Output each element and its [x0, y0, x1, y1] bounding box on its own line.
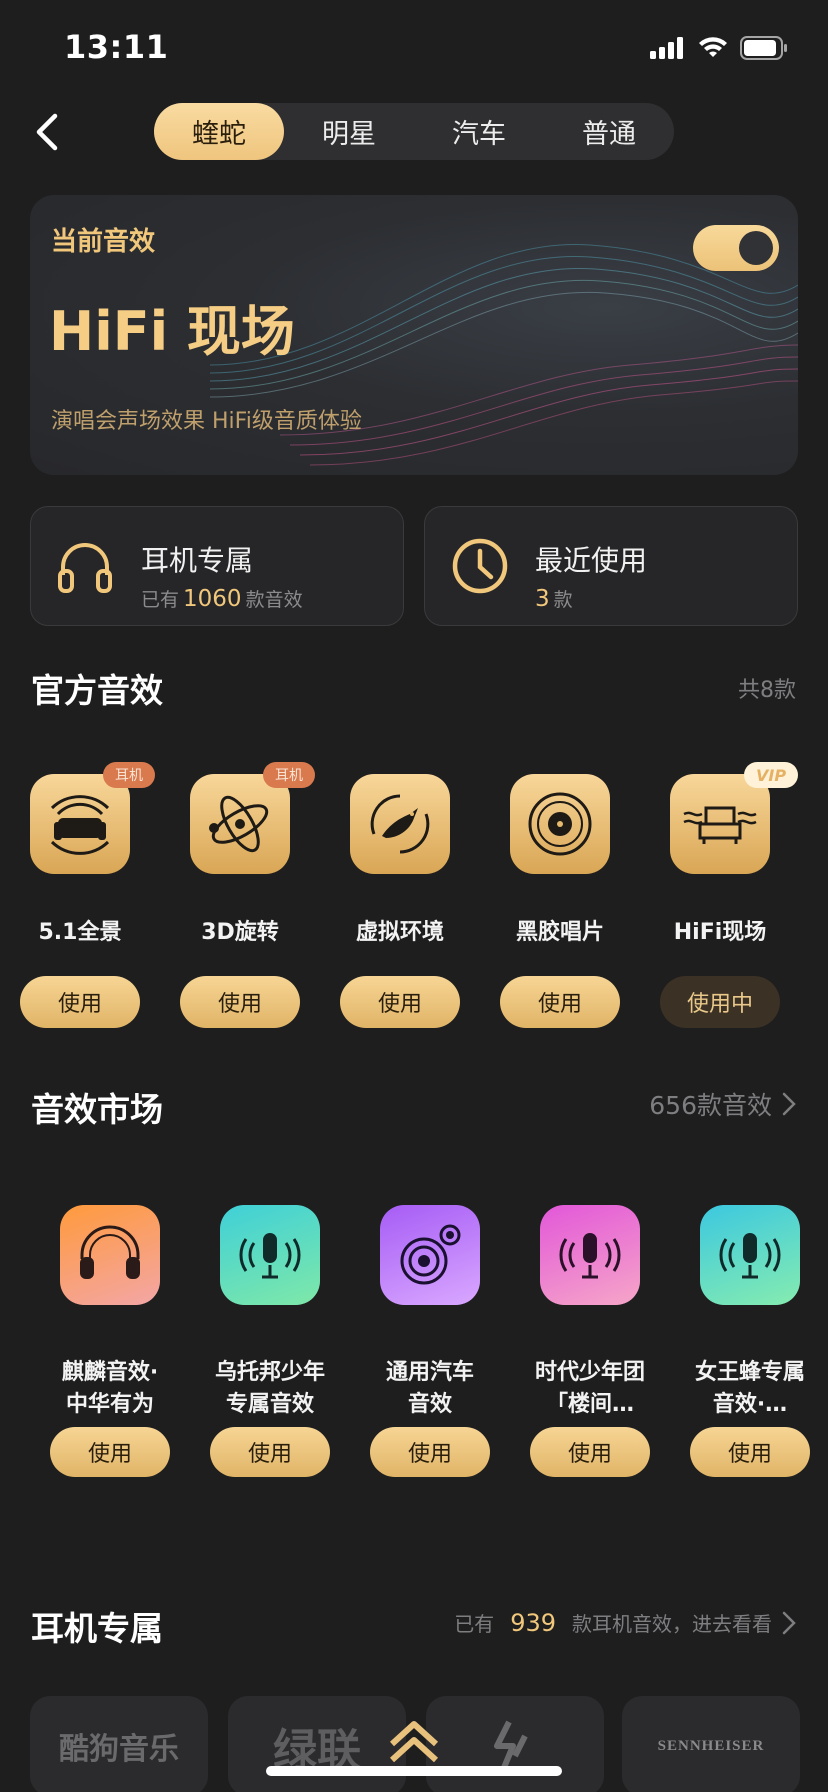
category-tabs: 蝰蛇 明星 汽车 普通: [154, 103, 674, 160]
status-bar: 13:11: [0, 0, 828, 100]
market-item-name: 通用汽车 音效: [385, 1360, 474, 1417]
current-effect-card[interactable]: 当前音效 HiFi 现场 演唱会声场效果 HiFi级音质体验: [30, 195, 798, 475]
double-chevron-up-icon: [389, 1721, 439, 1763]
battery-icon: [740, 36, 787, 60]
official-section-title: 官方音效: [31, 671, 163, 710]
brand-logo-3[interactable]: [426, 1696, 604, 1792]
brand-ugreen[interactable]: 绿联: [228, 1696, 406, 1792]
recent-count: 3: [535, 586, 550, 612]
market-section-title: 音效市场: [31, 1090, 163, 1129]
bird-icon: [350, 774, 450, 874]
brand-kugou-label: 酷狗音乐: [59, 1732, 179, 1767]
vip-badge: VIP: [744, 762, 799, 788]
toggle-knob: [739, 231, 773, 265]
use-button[interactable]: 使用: [500, 976, 620, 1028]
market-item[interactable]: 女王蜂专属 音效·… 使用: [670, 1205, 828, 1495]
official-item-hifi[interactable]: VIP HiFi现场 使用中: [640, 762, 800, 1034]
market-item[interactable]: 通用汽车 音效 使用: [350, 1205, 510, 1495]
market-item-name: 麒麟音效· 中华有为: [61, 1360, 159, 1417]
current-effect-title: HiFi 现场: [49, 300, 295, 363]
market-item[interactable]: 麒麟音效· 中华有为 使用: [30, 1205, 190, 1495]
tab-star[interactable]: 明星: [284, 103, 414, 160]
sofa-icon: [30, 774, 130, 874]
scroll-to-top-button[interactable]: [386, 1714, 442, 1770]
tab-normal[interactable]: 普通: [544, 103, 674, 160]
chevron-right-icon: [782, 1611, 796, 1634]
microphone-icon: [540, 1205, 640, 1305]
use-button[interactable]: 使用: [210, 1427, 330, 1477]
official-item-virtual[interactable]: 虚拟环境 使用: [320, 774, 480, 1034]
use-button[interactable]: 使用: [180, 976, 300, 1028]
use-button[interactable]: 使用: [370, 1427, 490, 1477]
market-item-name: 女王蜂专属 音效·…: [694, 1360, 805, 1417]
current-effect-description: 演唱会声场效果 HiFi级音质体验: [51, 409, 362, 434]
official-total[interactable]: 共8款: [738, 672, 796, 704]
headphone-section-title: 耳机专属: [31, 1609, 163, 1648]
signal-icon: [650, 37, 683, 59]
market-item-name: 时代少年团 「楼间…: [534, 1360, 645, 1417]
headphone-card-subtitle: 已有 1060 款音效: [141, 586, 303, 612]
in-use-button[interactable]: 使用中: [660, 976, 780, 1028]
headphone-section-count: 939: [510, 1608, 556, 1637]
headphones-icon: [58, 543, 112, 593]
use-button[interactable]: 使用: [20, 976, 140, 1028]
brand-kugou[interactable]: 酷狗音乐: [30, 1696, 208, 1792]
chevron-right-icon: [782, 1092, 796, 1116]
chevron-left-icon: [36, 113, 58, 151]
official-item-name: 3D旋转: [201, 920, 279, 945]
recent-card-title: 最近使用: [535, 544, 648, 577]
market-item[interactable]: 时代少年团 「楼间… 使用: [510, 1205, 670, 1495]
armchair-icon: [670, 774, 770, 874]
official-item-name: 黑胶唱片: [515, 920, 604, 945]
official-item-51[interactable]: 耳机 5.1全景 使用: [0, 762, 160, 1034]
microphone-icon: [700, 1205, 800, 1305]
microphone-icon: [220, 1205, 320, 1305]
market-more[interactable]: 656款音效: [649, 1086, 796, 1122]
tab-viper[interactable]: 蝰蛇: [154, 103, 284, 160]
use-button[interactable]: 使用: [50, 1427, 170, 1477]
headphone-card-title: 耳机专属: [141, 544, 254, 577]
market-item-name: 乌托邦少年 专属音效: [214, 1360, 325, 1417]
headphone-badge: 耳机: [263, 762, 315, 788]
market-item[interactable]: 乌托邦少年 专属音效 使用: [190, 1205, 350, 1495]
tab-car[interactable]: 汽车: [414, 103, 544, 160]
headphone-effect-count: 1060: [183, 586, 242, 612]
wifi-icon: [699, 37, 727, 57]
official-item-3d[interactable]: 耳机 3D旋转 使用: [160, 762, 320, 1034]
home-indicator[interactable]: [266, 1766, 562, 1776]
status-icons: [650, 36, 788, 60]
headphone-section-more[interactable]: 已有 939 款耳机音效，进去看看: [454, 1608, 796, 1637]
headphones-icon: [60, 1205, 160, 1305]
official-item-name: HiFi现场: [673, 920, 767, 945]
headphone-badge: 耳机: [103, 762, 155, 788]
use-button[interactable]: 使用: [530, 1427, 650, 1477]
brand-sennheiser-label: SENNHEISER: [657, 1737, 765, 1754]
headphone-exclusive-card[interactable]: 耳机专属 已有 1060 款音效: [30, 506, 404, 626]
current-effect-label: 当前音效: [51, 227, 156, 257]
use-button[interactable]: 使用: [690, 1427, 810, 1477]
official-item-vinyl[interactable]: 黑胶唱片 使用: [480, 774, 640, 1034]
official-item-name: 虚拟环境: [355, 920, 444, 945]
speaker-icon: [380, 1205, 480, 1305]
effect-toggle[interactable]: [693, 225, 779, 271]
official-item-name: 5.1全景: [38, 920, 122, 945]
back-button[interactable]: [22, 108, 70, 156]
brand-sennheiser[interactable]: SENNHEISER: [622, 1696, 800, 1792]
clock-icon: [452, 538, 508, 594]
recent-card-subtitle: 3款: [535, 586, 573, 612]
vinyl-icon: [510, 774, 610, 874]
status-time: 13:11: [64, 28, 169, 66]
orbit-icon: [190, 774, 290, 874]
recent-used-card[interactable]: 最近使用 3款: [424, 506, 798, 626]
use-button[interactable]: 使用: [340, 976, 460, 1028]
